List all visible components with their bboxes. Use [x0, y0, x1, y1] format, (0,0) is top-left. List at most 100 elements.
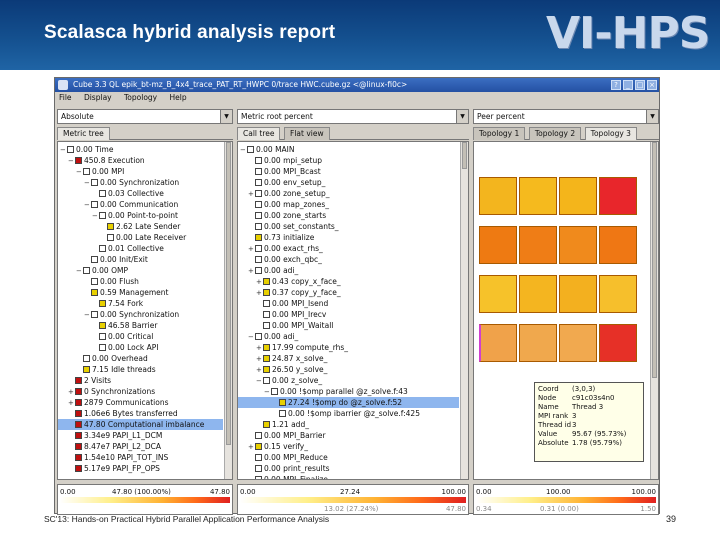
call-row[interactable]: +0.00 zone_setup_ — [248, 188, 329, 199]
metric-row[interactable]: −450.8 Execution — [68, 155, 145, 166]
metric-row[interactable]: 3.34e9 PAPI_L1_DCM — [68, 430, 162, 441]
topology-cell[interactable] — [519, 177, 557, 215]
calltree-mode-select[interactable]: Metric root percent ▼ — [237, 109, 469, 124]
metric-row[interactable]: −0.00 Synchronization — [84, 309, 179, 320]
collapse-icon[interactable]: − — [84, 200, 91, 211]
call-row[interactable]: −0.00 MAIN — [240, 144, 295, 155]
collapse-icon[interactable]: − — [92, 211, 99, 222]
topology-view[interactable]: Coord (3,0,3) Node c91c03s4n0 Name Thread 3 MP… — [473, 141, 659, 480]
topology-cell[interactable] — [559, 324, 597, 362]
chevron-down-icon[interactable]: ▼ — [646, 110, 658, 123]
call-tree[interactable]: −0.00 MAIN 0.00 mpi_setup 0.00 MPI_Bcast 0.… — [237, 141, 469, 480]
call-row[interactable]: +0.37 copy_y_face_ — [256, 287, 341, 298]
collapse-icon[interactable]: − — [248, 332, 255, 343]
call-row[interactable]: +24.87 x_solve_ — [256, 353, 327, 364]
topology-cell[interactable] — [559, 275, 597, 313]
call-row[interactable]: +0.00 exact_rhs_ — [248, 243, 323, 254]
topology-cell[interactable] — [479, 275, 517, 313]
call-row[interactable]: 0.00 MPI_Reduce — [248, 452, 328, 463]
topology-scrollbar[interactable] — [650, 142, 658, 479]
topology-cell[interactable] — [599, 177, 637, 215]
topology-cell[interactable] — [599, 324, 637, 362]
metric-row[interactable]: 0.00 Init/Exit — [84, 254, 148, 265]
metric-row[interactable]: +2879 Communications — [68, 397, 169, 408]
metric-row[interactable]: 0.59 Management — [84, 287, 169, 298]
call-row[interactable]: +0.43 copy_x_face_ — [256, 276, 341, 287]
call-row[interactable]: −0.00 !$omp parallel @z_solve.f:43 — [264, 386, 408, 397]
tab-metric-tree[interactable]: Metric tree — [57, 127, 110, 140]
collapse-icon[interactable]: − — [60, 145, 67, 156]
menu-topology[interactable]: Topology — [124, 93, 157, 102]
tab-flat-view[interactable]: Flat view — [284, 127, 330, 140]
metric-row[interactable]: 2 Visits — [68, 375, 111, 386]
topology-cell[interactable] — [479, 177, 517, 215]
topology-cell[interactable] — [559, 226, 597, 264]
collapse-icon[interactable]: − — [84, 310, 91, 321]
collapse-icon[interactable]: − — [68, 156, 75, 167]
metric-tree[interactable]: −0.00 Time −450.8 Execution −0.00 MPI −0.00… — [57, 141, 233, 480]
call-row[interactable]: 0.00 MPI_Bcast — [248, 166, 321, 177]
calltree-scrollbar[interactable] — [460, 142, 468, 479]
call-row[interactable]: +0.00 adi_ — [248, 265, 298, 276]
metric-row[interactable]: 1.06e6 Bytes transferred — [68, 408, 178, 419]
metric-mode-select[interactable]: Absolute ▼ — [57, 109, 233, 124]
metric-row[interactable]: 46.58 Barrier — [92, 320, 157, 331]
help-icon[interactable]: ? — [611, 80, 621, 90]
collapse-icon[interactable]: − — [76, 167, 83, 178]
call-row[interactable]: 0.00 exch_qbc_ — [248, 254, 322, 265]
call-row[interactable]: +0.15 verify_ — [248, 441, 308, 452]
metric-row[interactable]: 0.01 Collective — [92, 243, 164, 254]
minimize-icon[interactable]: _ — [623, 80, 633, 90]
call-row[interactable]: 0.00 !$omp ibarrier @z_solve.f:425 — [272, 408, 420, 419]
collapse-icon[interactable]: − — [76, 266, 83, 277]
call-row[interactable]: −0.00 z_solve_ — [256, 375, 322, 386]
metric-row[interactable]: −0.00 Point-to-point — [92, 210, 178, 221]
call-row[interactable]: 0.00 print_results — [248, 463, 330, 474]
call-row[interactable]: 0.00 MPI_Isend — [256, 298, 328, 309]
menu-display[interactable]: Display — [84, 93, 112, 102]
call-row[interactable]: 0.00 MPI_Barrier — [248, 430, 326, 441]
topology-cell[interactable] — [559, 177, 597, 215]
metric-row[interactable]: −0.00 OMP — [76, 265, 128, 276]
metric-row[interactable]: −0.00 Synchronization — [84, 177, 179, 188]
metric-row[interactable]: 7.15 Idle threads — [76, 364, 156, 375]
topology-cell[interactable] — [479, 324, 517, 362]
call-row[interactable]: −0.00 adi_ — [248, 331, 298, 342]
metric-row[interactable]: −0.00 MPI — [76, 166, 124, 177]
call-row[interactable]: 0.00 env_setup_ — [248, 177, 325, 188]
metric-row[interactable]: 1.54e10 PAPI_TOT_INS — [68, 452, 168, 463]
topology-cell[interactable] — [479, 226, 517, 264]
call-row[interactable]: 27.24 !$omp do @z_solve.f:52 — [238, 397, 459, 408]
metric-row[interactable]: 0.00 Late Receiver — [100, 232, 186, 243]
maximize-icon[interactable]: □ — [635, 80, 645, 90]
topology-cell[interactable] — [519, 324, 557, 362]
call-row[interactable]: 0.00 MPI_Waitall — [256, 320, 333, 331]
call-row[interactable]: +26.50 y_solve_ — [256, 364, 327, 375]
menu-file[interactable]: File — [59, 93, 72, 102]
metric-scrollbar[interactable] — [224, 142, 232, 479]
chevron-down-icon[interactable]: ▼ — [220, 110, 232, 123]
menu-help[interactable]: Help — [170, 93, 187, 102]
topology-cell[interactable] — [599, 226, 637, 264]
metric-row[interactable]: 2.62 Late Sender — [100, 221, 180, 232]
window-menu-icon[interactable] — [58, 80, 68, 90]
close-icon[interactable]: × — [647, 80, 657, 90]
call-row[interactable]: 0.00 map_zones_ — [248, 199, 329, 210]
metric-row[interactable]: 7.54 Fork — [92, 298, 143, 309]
collapse-icon[interactable]: − — [240, 145, 247, 156]
metric-row[interactable]: 8.47e7 PAPI_L2_DCA — [68, 441, 161, 452]
call-row[interactable]: 1.21 add_ — [256, 419, 309, 430]
collapse-icon[interactable]: − — [84, 178, 91, 189]
expand-icon[interactable]: + — [248, 266, 255, 277]
call-row[interactable]: +17.99 compute_rhs_ — [256, 342, 348, 353]
system-mode-select[interactable]: Peer percent ▼ — [473, 109, 659, 124]
topology-cell[interactable] — [519, 226, 557, 264]
chevron-down-icon[interactable]: ▼ — [456, 110, 468, 123]
call-row[interactable]: 0.00 mpi_setup — [248, 155, 322, 166]
metric-row[interactable]: 47.80 Computational imbalance — [58, 419, 223, 430]
tab-call-tree[interactable]: Call tree — [237, 127, 281, 140]
tab-topology-1[interactable]: Topology 1 — [473, 127, 526, 140]
call-row[interactable]: 0.00 set_constants_ — [248, 221, 339, 232]
metric-row[interactable]: −0.00 Communication — [84, 199, 178, 210]
tab-topology-2[interactable]: Topology 2 — [528, 127, 582, 140]
